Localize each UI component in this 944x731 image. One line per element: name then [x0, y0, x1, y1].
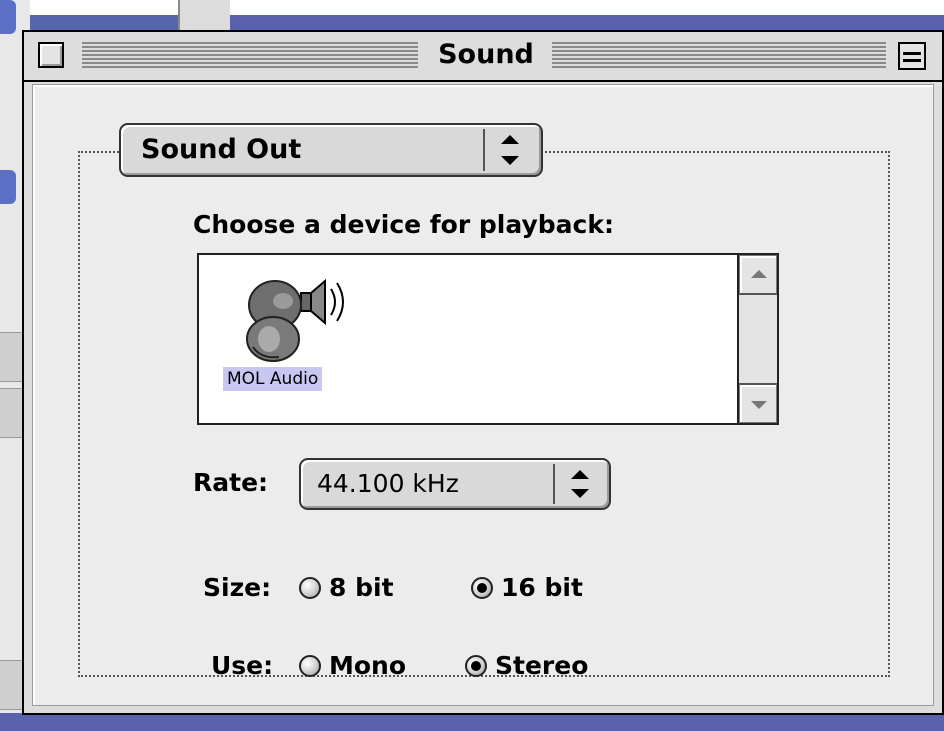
- radio-8-bit-label: 8 bit: [329, 573, 394, 602]
- device-label: MOL Audio: [223, 367, 323, 391]
- scroll-up-arrow-icon[interactable]: [739, 255, 777, 295]
- radio-8-bit[interactable]: [299, 576, 321, 599]
- section-popup-label: Sound Out: [141, 134, 302, 165]
- collapse-box[interactable]: [898, 42, 926, 70]
- title-bar-stripes: [552, 42, 886, 68]
- popup-arrows-icon: [553, 464, 605, 504]
- sound-window: Sound Sound Out Choose a device for play…: [22, 30, 944, 715]
- title-bar-stripes: [82, 42, 418, 68]
- close-box[interactable]: [38, 42, 64, 68]
- radio-stereo-label: Stereo: [495, 651, 589, 680]
- device-list[interactable]: MOL Audio: [197, 253, 779, 425]
- size-option-16-bit[interactable]: 16 bit: [471, 573, 583, 602]
- desktop-bottom-strip: [0, 713, 944, 731]
- rate-label: Rate:: [193, 468, 269, 497]
- section-popup-menu[interactable]: Sound Out: [119, 123, 543, 177]
- window-title: Sound: [422, 38, 550, 72]
- popup-arrows-icon: [483, 129, 535, 171]
- vertical-scrollbar[interactable]: [737, 255, 777, 423]
- radio-16-bit-label: 16 bit: [501, 573, 583, 602]
- use-label: Use:: [211, 651, 274, 680]
- radio-mono-label: Mono: [329, 651, 407, 680]
- radio-16-bit[interactable]: [471, 576, 493, 599]
- device-prompt: Choose a device for playback:: [193, 210, 614, 239]
- size-label: Size:: [203, 573, 272, 602]
- desktop-top-strip: [0, 0, 944, 15]
- speaker-device-icon: [246, 278, 344, 362]
- folder-icon: [0, 170, 16, 204]
- radio-mono[interactable]: [299, 654, 321, 677]
- rate-value: 44.100 kHz: [317, 469, 459, 498]
- use-option-stereo[interactable]: Stereo: [465, 651, 588, 680]
- panel-content: Sound Out Choose a device for playback:: [32, 84, 934, 706]
- device-item-mol-audio[interactable]: MOL Audio: [223, 273, 363, 405]
- rate-popup-menu[interactable]: 44.100 kHz: [299, 458, 611, 510]
- radio-stereo[interactable]: [465, 654, 487, 677]
- title-bar[interactable]: Sound: [24, 32, 942, 82]
- size-option-8-bit[interactable]: 8 bit: [299, 573, 394, 602]
- scroll-down-arrow-icon[interactable]: [739, 383, 777, 423]
- folder-icon: [0, 0, 16, 34]
- use-option-mono[interactable]: Mono: [299, 651, 406, 680]
